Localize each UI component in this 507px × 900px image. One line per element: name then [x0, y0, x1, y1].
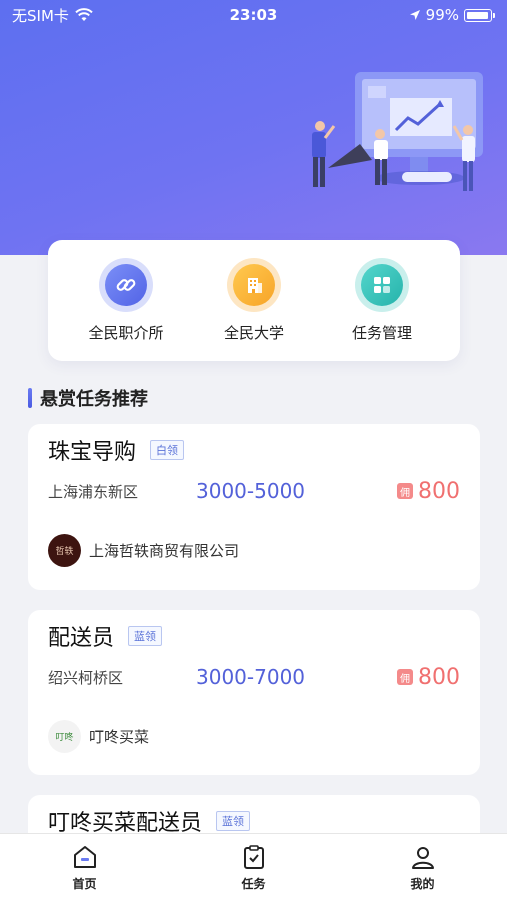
tab-label: 我的 [410, 877, 435, 891]
tab-tasks[interactable]: 任务 [204, 844, 304, 892]
job-reward: 佣 800 [397, 665, 460, 690]
job-reward: 佣 800 [397, 479, 460, 504]
clipboard-icon [243, 845, 264, 869]
tab-label: 首页 [72, 877, 97, 891]
reward-value: 800 [418, 664, 460, 690]
job-card[interactable]: 珠宝导购 白领 上海浦东新区 3000-5000 佣 800 哲轶 上海哲轶商贸… [28, 424, 480, 590]
company-name: 叮咚买菜 [89, 728, 150, 746]
reward-icon: 佣 [397, 669, 413, 685]
section-title: 悬赏任务推荐 [40, 389, 148, 410]
building-icon [233, 264, 275, 306]
user-icon [411, 847, 434, 869]
company-logo: 叮咚 [48, 720, 81, 753]
job-tag: 蓝领 [128, 626, 163, 646]
carrier-label: 无SIM卡 [12, 6, 69, 25]
bottom-tab-bar: 首页 任务 我的 [0, 833, 507, 900]
company-logo: 哲轶 [48, 534, 81, 567]
job-location: 上海浦东新区 [48, 482, 139, 501]
grid-icon [361, 264, 403, 306]
quick-menu-card: 全民职介所 全民大学 任务管理 [48, 240, 460, 361]
job-card[interactable]: 配送员 蓝领 绍兴柯桥区 3000-7000 佣 800 叮咚 叮咚买菜 [28, 610, 480, 775]
job-tag: 白领 [150, 440, 185, 460]
quick-item-label: 任务管理 [351, 324, 412, 342]
wifi-icon [75, 8, 93, 21]
reward-value: 800 [418, 478, 460, 504]
job-location: 绍兴柯桥区 [48, 668, 124, 687]
quick-item-label: 全民大学 [223, 324, 284, 342]
status-bar: 无SIM卡 23:03 99% [0, 0, 507, 30]
section-header: 悬赏任务推荐 [28, 385, 148, 411]
home-icon [73, 846, 96, 868]
tab-home[interactable]: 首页 [35, 844, 135, 892]
battery-percent: 99% [425, 6, 459, 24]
job-title: 珠宝导购 [48, 440, 137, 465]
job-salary: 3000-7000 [196, 665, 306, 689]
job-tag: 蓝领 [216, 811, 251, 831]
job-title: 配送员 [48, 626, 115, 651]
tab-label: 任务 [241, 877, 266, 891]
battery-icon [464, 8, 492, 22]
link-icon [105, 264, 147, 306]
quick-item-label: 全民职介所 [88, 324, 164, 342]
section-accent-bar [28, 388, 32, 408]
hero-banner: 无SIM卡 23:03 99% [0, 0, 507, 255]
tab-profile[interactable]: 我的 [373, 844, 473, 892]
company-name: 上海哲轶商贸有限公司 [89, 542, 240, 560]
job-salary: 3000-5000 [196, 479, 306, 503]
quick-item-task-management[interactable]: 任务管理 [322, 258, 442, 343]
quick-item-job-agency[interactable]: 全民职介所 [66, 258, 186, 343]
location-arrow-icon [409, 10, 420, 20]
quick-item-university[interactable]: 全民大学 [194, 258, 314, 343]
reward-icon: 佣 [397, 483, 413, 499]
hero-illustration [312, 72, 483, 191]
